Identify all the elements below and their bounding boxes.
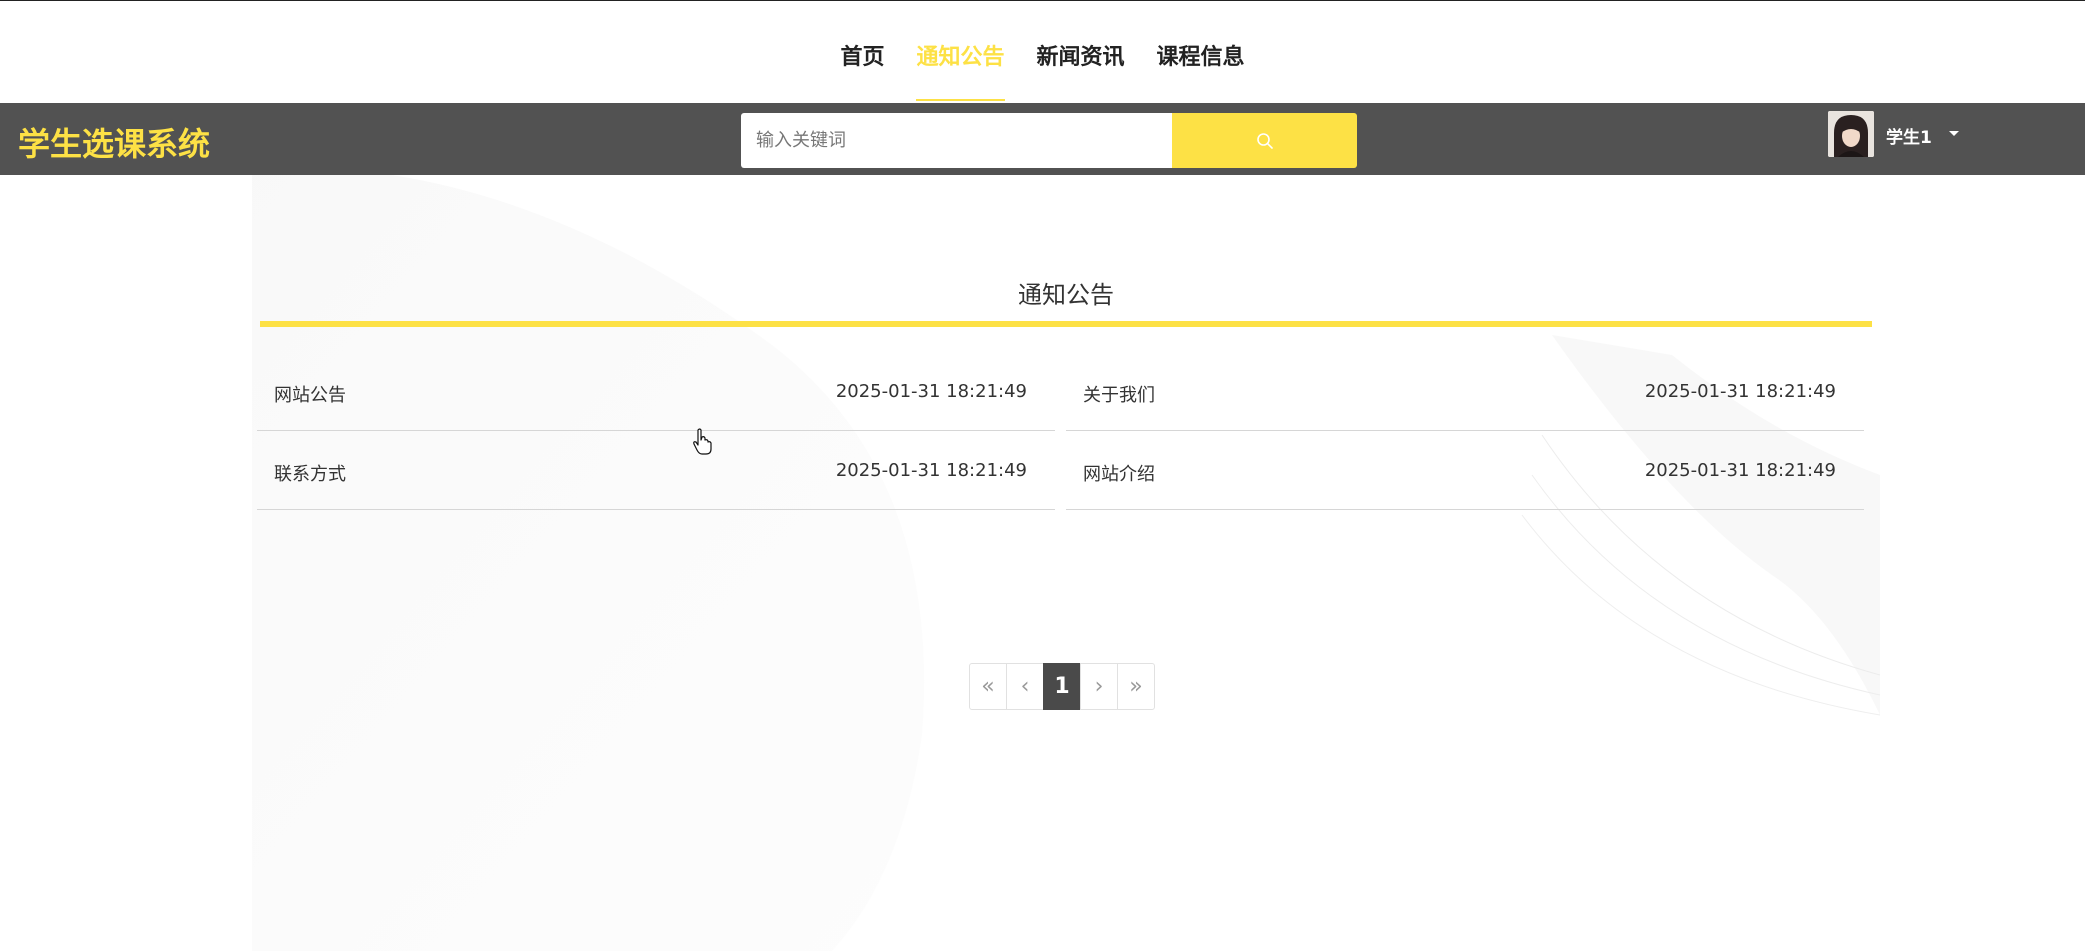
hand-cursor-icon [693,428,712,455]
search-button[interactable] [1172,113,1357,168]
notice-time: 2025-01-31 18:21:49 [1644,381,1836,402]
pagination: « ‹ 1 › » [969,663,1155,710]
notice-time: 2025-01-31 18:21:49 [835,460,1027,481]
last-page-button[interactable]: » [1117,663,1155,710]
header-bar: 学生选课系统 学生1 [0,103,2085,175]
avatar[interactable] [1828,111,1874,157]
nav-menu: 首页 通知公告 新闻资讯 课程信息 [0,39,2085,105]
list-item[interactable]: 联系方式 2025-01-31 18:21:49 [257,432,1055,510]
nav-item-home[interactable]: 首页 [840,39,884,105]
nav-item-notices[interactable]: 通知公告 [916,39,1005,105]
nav-item-news[interactable]: 新闻资讯 [1037,39,1125,105]
notice-title[interactable]: 关于我们 [1083,381,1155,407]
site-logo[interactable]: 学生选课系统 [18,119,210,165]
top-navigation: 首页 通知公告 新闻资讯 课程信息 [0,1,2085,103]
notice-time: 2025-01-31 18:21:49 [1644,460,1836,481]
search-box [741,113,1357,168]
title-underline [260,321,1872,327]
list-item[interactable]: 网站介绍 2025-01-31 18:21:49 [1066,432,1864,510]
notice-time: 2025-01-31 18:21:49 [835,381,1027,402]
notice-title[interactable]: 联系方式 [274,460,346,486]
user-name[interactable]: 学生1 [1886,123,1932,148]
nav-item-courses[interactable]: 课程信息 [1157,39,1245,105]
search-input[interactable] [741,113,1172,168]
section-title: 通知公告 [1018,281,1114,309]
prev-page-button[interactable]: ‹ [1006,663,1044,710]
search-icon [1257,133,1273,149]
notice-title[interactable]: 网站介绍 [1083,460,1155,486]
next-page-button[interactable]: › [1080,663,1118,710]
list-item[interactable]: 关于我们 2025-01-31 18:21:49 [1066,353,1864,431]
page-number-button[interactable]: 1 [1043,663,1081,710]
first-page-button[interactable]: « [969,663,1007,710]
list-item[interactable]: 网站公告 2025-01-31 18:21:49 [257,353,1055,431]
notice-title[interactable]: 网站公告 [274,381,346,407]
chevron-down-icon[interactable] [1949,131,1959,136]
